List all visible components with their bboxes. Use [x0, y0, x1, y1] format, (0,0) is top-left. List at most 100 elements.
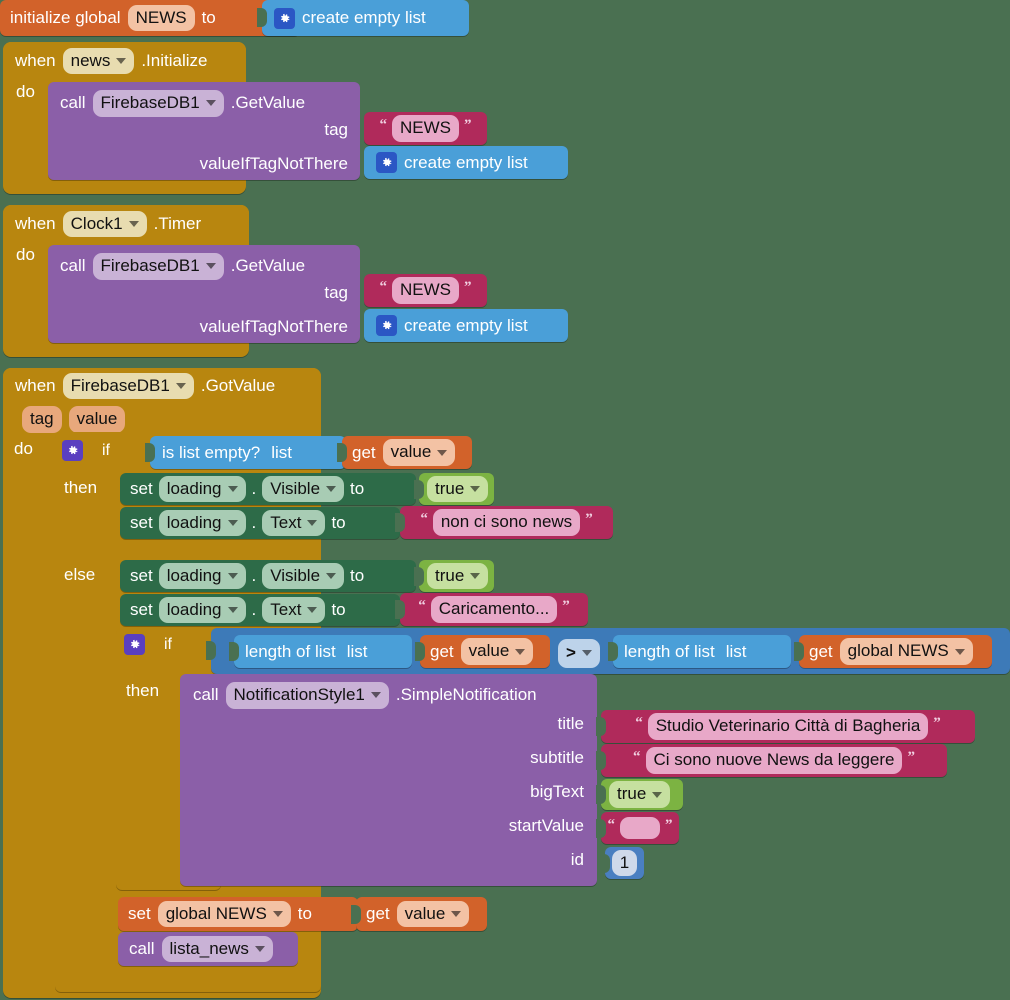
block-set-global-news[interactable]: set global NEWS to — [118, 897, 358, 931]
operator-label: > — [566, 643, 576, 662]
inner-if-header[interactable]: if — [124, 634, 172, 655]
logic-dropdown-true[interactable]: true — [609, 781, 671, 808]
open-quote-glyph: “ — [379, 117, 388, 133]
block-length-of-list-1[interactable]: length of list list — [229, 635, 412, 668]
block-create-empty-list-3[interactable]: create empty list — [364, 309, 568, 342]
gear-icon[interactable] — [376, 315, 397, 336]
component-dropdown-firebasedb1[interactable]: FirebaseDB1 — [62, 372, 194, 400]
block-logic-true-1[interactable]: true — [414, 473, 494, 505]
block-text-notification-subtitle[interactable]: “ Ci sono nuove News da leggere ” — [596, 744, 947, 777]
block-length-of-list-2[interactable]: length of list list — [608, 635, 791, 668]
block-text-startvalue-empty[interactable]: “ ” — [596, 812, 679, 844]
operator-dropdown-greater-than[interactable]: > — [558, 639, 600, 668]
component-dropdown-clock1[interactable]: Clock1 — [62, 210, 147, 238]
block-text-notification-title[interactable]: “ Studio Veterinario Città di Bagheria ” — [596, 710, 975, 743]
logic-dropdown-true[interactable]: true — [427, 562, 489, 590]
property-dropdown-text[interactable]: Text — [262, 509, 326, 537]
dot-separator: . — [251, 566, 257, 585]
global-variable-name-field[interactable]: NEWS — [127, 4, 195, 32]
component-dropdown-loading[interactable]: loading — [158, 562, 246, 590]
get-keyword: get — [809, 641, 833, 661]
length-of-list-label: length of list — [245, 641, 336, 661]
component-dropdown-firebasedb1[interactable]: FirebaseDB1 — [92, 253, 224, 280]
variable-dropdown-global-news[interactable]: global NEWS — [839, 638, 973, 665]
component-dropdown-notificationstyle1[interactable]: NotificationStyle1 — [225, 682, 389, 709]
block-text-news-1[interactable]: “ NEWS ” — [364, 112, 487, 145]
component-dropdown-news[interactable]: news — [62, 47, 135, 75]
component-name-label: NotificationStyle1 — [233, 685, 365, 704]
variable-dropdown-global-news[interactable]: global NEWS — [157, 900, 291, 928]
method-name-label: .GetValue — [230, 93, 306, 113]
dot-separator: . — [251, 600, 257, 619]
gear-icon[interactable] — [124, 634, 145, 655]
text-value-field[interactable]: Ci sono nuove News da leggere — [645, 747, 903, 774]
block-set-loading-text-2[interactable]: set loading . Text to — [120, 594, 400, 626]
gear-icon[interactable] — [376, 152, 397, 173]
component-dropdown-loading[interactable]: loading — [158, 475, 246, 503]
event-param-value[interactable]: value — [68, 406, 126, 433]
block-is-list-empty[interactable]: is list empty? list — [145, 436, 346, 469]
variable-name-label: global NEWS — [165, 903, 267, 923]
block-set-loading-text-1[interactable]: set loading . Text to — [120, 507, 400, 539]
variable-dropdown-value[interactable]: value — [460, 638, 534, 665]
block-create-empty-list-2[interactable]: create empty list — [364, 146, 568, 179]
gear-icon[interactable] — [62, 440, 83, 461]
component-name-label: loading — [166, 478, 222, 498]
open-quote-glyph: “ — [607, 816, 616, 833]
event-name-label: .GotValue — [200, 376, 276, 395]
then-label: then — [64, 478, 98, 497]
component-dropdown-loading[interactable]: loading — [158, 596, 246, 624]
block-initialize-global-news[interactable]: initialize global NEWS to — [0, 0, 300, 36]
initialize-global-keyword: initialize global — [10, 8, 121, 27]
block-call-lista-news[interactable]: call lista_news — [118, 932, 298, 966]
chevron-down-icon — [227, 573, 238, 579]
text-value-field[interactable]: Caricamento... — [430, 596, 558, 623]
text-value-field[interactable] — [620, 817, 660, 839]
block-logic-bigtext-true[interactable]: true — [596, 779, 683, 810]
property-dropdown-visible[interactable]: Visible — [262, 562, 345, 590]
chevron-down-icon — [451, 911, 462, 917]
variable-dropdown-value[interactable]: value — [382, 439, 456, 466]
property-dropdown-visible[interactable]: Visible — [262, 475, 345, 503]
block-get-value-3[interactable]: get value — [351, 897, 487, 931]
block-call-notificationstyle1-simplenotification[interactable]: call NotificationStyle1 .SimpleNotificat… — [180, 674, 597, 886]
text-value-field[interactable]: Studio Veterinario Città di Bagheria — [647, 713, 929, 740]
component-dropdown-firebasedb1[interactable]: FirebaseDB1 — [92, 90, 224, 117]
block-text-non-ci-sono-news[interactable]: “ non ci sono news ” — [395, 506, 613, 539]
socket-notch — [351, 905, 361, 924]
close-quote-glyph: ” — [562, 598, 570, 614]
property-name-label: Visible — [270, 565, 321, 585]
chevron-down-icon — [652, 791, 663, 798]
set-keyword: set — [130, 566, 153, 585]
variable-dropdown-value[interactable]: value — [396, 900, 470, 928]
procedure-dropdown-lista-news[interactable]: lista_news — [161, 935, 273, 963]
block-logic-true-2[interactable]: true — [414, 560, 494, 592]
block-set-loading-visible-1[interactable]: set loading . Visible to — [120, 473, 416, 505]
get-keyword: get — [352, 442, 376, 462]
logic-value-label: true — [617, 784, 647, 804]
block-text-caricamento[interactable]: “ Caricamento... ” — [395, 593, 588, 626]
block-get-global-news[interactable]: get global NEWS — [794, 635, 992, 668]
variable-name-label: value — [404, 903, 446, 923]
block-set-loading-visible-2[interactable]: set loading . Visible to — [120, 560, 416, 592]
component-dropdown-loading[interactable]: loading — [158, 509, 246, 537]
block-create-empty-list-1[interactable]: create empty list — [257, 0, 469, 36]
text-value-field[interactable]: non ci sono news — [432, 509, 581, 536]
socket-notch — [596, 751, 606, 770]
property-dropdown-text[interactable]: Text — [262, 596, 326, 624]
block-call-firebasedb1-getvalue-1[interactable]: call FirebaseDB1 .GetValue tag valueIfTa… — [48, 82, 360, 180]
chevron-down-icon — [175, 383, 186, 389]
event-param-tag[interactable]: tag — [22, 406, 62, 433]
chevron-down-icon — [205, 100, 216, 107]
number-value-field[interactable]: 1 — [611, 849, 638, 877]
block-math-number-id[interactable]: 1 — [600, 847, 644, 879]
gear-icon[interactable] — [274, 7, 295, 29]
logic-dropdown-true[interactable]: true — [427, 475, 489, 503]
block-get-value-2[interactable]: get value — [415, 635, 550, 668]
block-call-firebasedb1-getvalue-2[interactable]: call FirebaseDB1 .GetValue tag valueIfTa… — [48, 245, 360, 343]
block-get-value-1[interactable]: get value — [337, 436, 472, 469]
text-value-field[interactable]: NEWS — [392, 115, 459, 142]
block-text-news-2[interactable]: “ NEWS ” — [364, 274, 487, 307]
text-value-field[interactable]: NEWS — [392, 277, 459, 304]
outer-if-header[interactable]: if — [62, 440, 110, 461]
